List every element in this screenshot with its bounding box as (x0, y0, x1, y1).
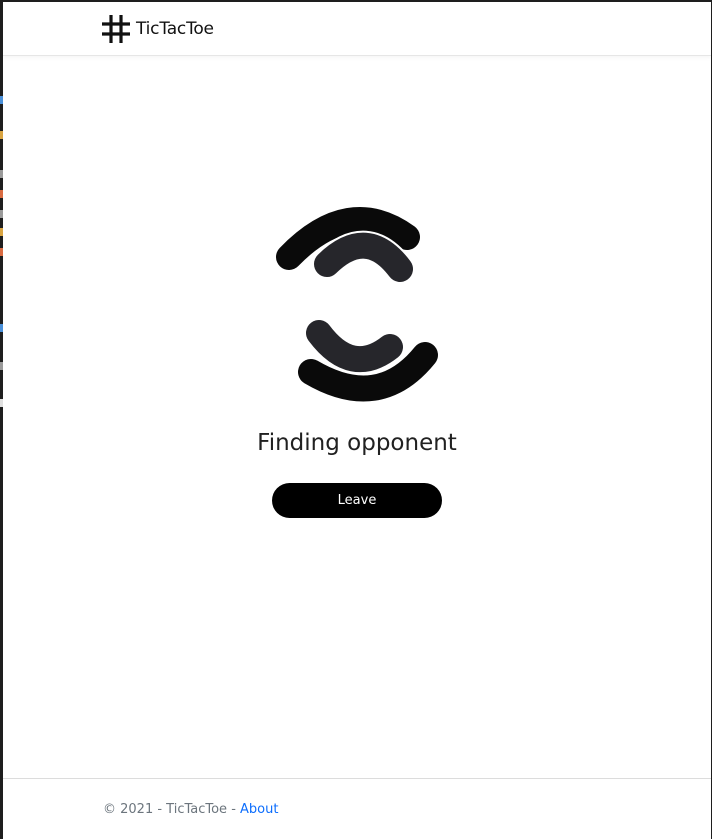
spinner-inner-top-arc (314, 232, 413, 282)
leave-button[interactable]: Leave (272, 483, 442, 518)
brand-name: TicTacToe (136, 19, 214, 39)
copyright-text: © 2021 - TicTacToe - (103, 802, 241, 817)
loading-arcs-icon (276, 207, 438, 402)
hash-icon (102, 15, 130, 43)
finding-opponent-heading: Finding opponent (257, 430, 457, 456)
about-link[interactable]: About (240, 802, 278, 817)
footer: © 2021 - TicTacToe - About (3, 778, 711, 839)
footer-text: © 2021 - TicTacToe - About (103, 802, 278, 817)
brand-link[interactable]: TicTacToe (100, 12, 214, 46)
navbar: TicTacToe (3, 2, 711, 56)
app-window: TicTacToe Finding opponent Leave © 2021 … (3, 2, 711, 839)
